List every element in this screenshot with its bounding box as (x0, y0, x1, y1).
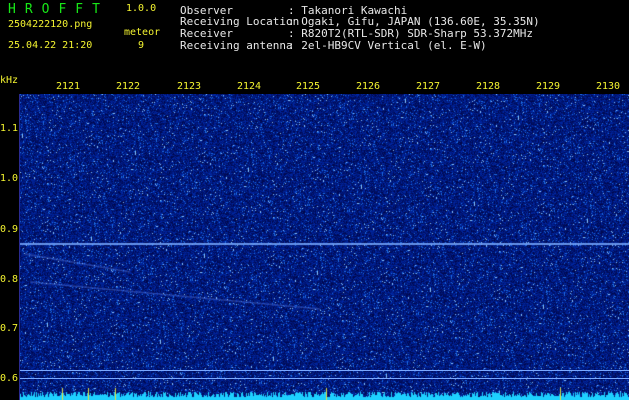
y-axis-line (19, 94, 20, 400)
info-value-antenna: : 2el-HB9CV Vertical (el. E-W) (288, 39, 487, 52)
x-tick-label: 2122 (116, 81, 141, 92)
y-tick-label: 1.0 (0, 173, 19, 184)
y-tick-label: 1.1 (0, 123, 19, 134)
spectrogram-canvas (20, 94, 629, 400)
reference-line-upper (20, 370, 629, 371)
app-brand: HROFFT (8, 2, 109, 17)
x-tick-label: 2124 (237, 81, 262, 92)
x-tick-label: 2125 (296, 81, 321, 92)
app-version: 1.0.0 (126, 3, 157, 14)
x-tick-label: 2130 (596, 81, 621, 92)
x-tick-label: 2123 (177, 81, 202, 92)
y-tick-label: 0.9 (0, 224, 19, 235)
image-filename: 2504222120.png (8, 19, 93, 30)
x-tick-label: 2121 (56, 81, 81, 92)
meteor-count: 9 (138, 40, 145, 51)
y-axis-unit: kHz (0, 75, 19, 86)
capture-datetime: 25.04.22 21:20 (8, 40, 93, 51)
mode-label: meteor (124, 27, 161, 38)
y-tick-label: 0.6 (0, 373, 19, 384)
x-tick-label: 2127 (416, 81, 441, 92)
reference-line-lower (20, 378, 629, 379)
spectrogram (20, 94, 629, 400)
x-tick-label: 2128 (476, 81, 501, 92)
info-label-antenna: Receiving antenna (180, 39, 293, 52)
x-tick-label: 2129 (536, 81, 561, 92)
y-tick-label: 0.8 (0, 274, 19, 285)
x-tick-label: 2126 (356, 81, 381, 92)
y-tick-label: 0.7 (0, 323, 19, 334)
